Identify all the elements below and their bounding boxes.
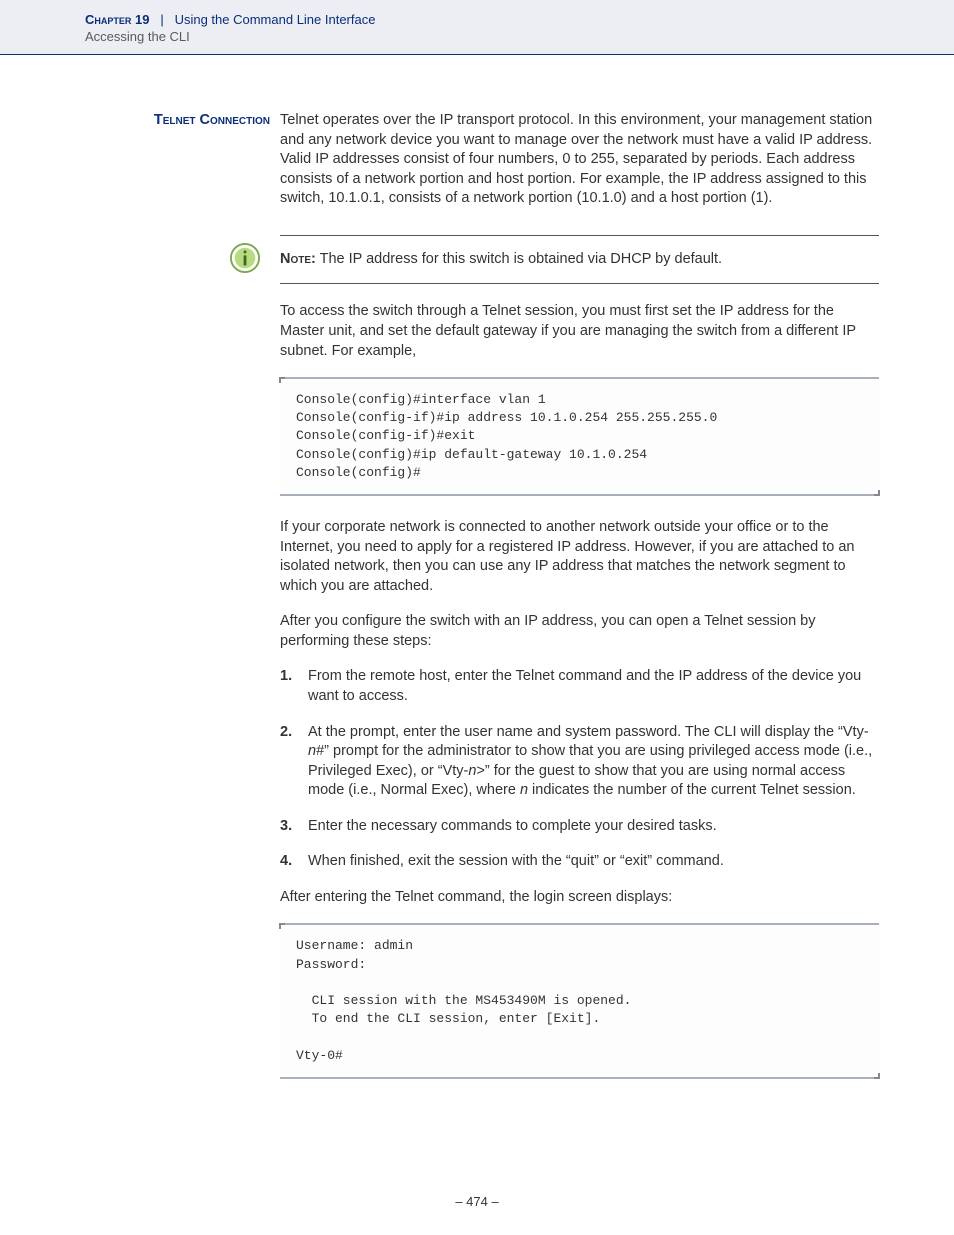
step-number: 4. (280, 852, 308, 872)
step-text: At the prompt, enter the user name and s… (308, 723, 879, 801)
access-paragraph: To access the switch through a Telnet se… (280, 302, 879, 361)
after-config-paragraph: After you configure the switch with an I… (280, 612, 879, 651)
page-content: Telnet Connection Telnet operates over t… (85, 111, 879, 1079)
chapter-separator: | (153, 12, 171, 27)
chapter-title: Using the Command Line Interface (175, 12, 376, 27)
section-heading: Telnet Connection (85, 111, 280, 131)
note-block: Note: The IP address for this switch is … (280, 235, 879, 285)
list-item: 4. When finished, exit the session with … (280, 852, 879, 872)
after-entering-paragraph: After entering the Telnet command, the l… (280, 888, 879, 908)
chapter-label: Chapter 19 (85, 12, 149, 27)
list-item: 1. From the remote host, enter the Telne… (280, 667, 879, 706)
note-label: Note: (280, 251, 316, 267)
step-text: When finished, exit the session with the… (308, 852, 879, 872)
steps-list: 1. From the remote host, enter the Telne… (280, 667, 879, 872)
step-text: Enter the necessary commands to complete… (308, 817, 879, 837)
note-text: The IP address for this switch is obtain… (316, 251, 722, 267)
corporate-paragraph: If your corporate network is connected t… (280, 518, 879, 596)
step-number: 1. (280, 667, 308, 687)
page-header: Chapter 19 | Using the Command Line Inte… (0, 0, 954, 55)
list-item: 3. Enter the necessary commands to compl… (280, 817, 879, 837)
list-item: 2. At the prompt, enter the user name an… (280, 723, 879, 801)
code-block-config: Console(config)#interface vlan 1 Console… (280, 377, 879, 496)
info-icon (230, 243, 260, 273)
code-block-login: Username: admin Password: CLI session wi… (280, 923, 879, 1078)
step-text: From the remote host, enter the Telnet c… (308, 667, 879, 706)
step-number: 3. (280, 817, 308, 837)
intro-paragraph: Telnet operates over the IP transport pr… (280, 111, 879, 209)
chapter-subtitle: Accessing the CLI (85, 29, 879, 44)
chapter-line: Chapter 19 | Using the Command Line Inte… (85, 12, 879, 27)
page-number: – 474 – (0, 1194, 954, 1209)
step-number: 2. (280, 723, 308, 743)
